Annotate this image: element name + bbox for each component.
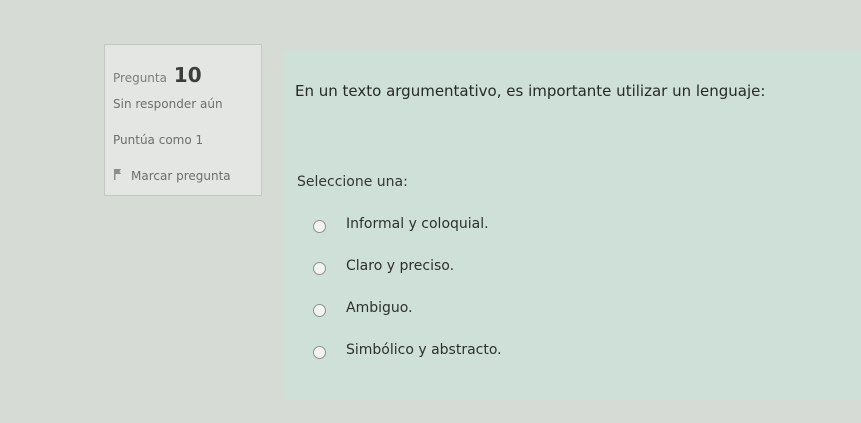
flag-question-link[interactable]: Marcar pregunta [113, 168, 231, 183]
radio-button[interactable] [313, 304, 326, 317]
answer-option-label: Simbólico y abstracto. [346, 342, 502, 358]
answer-options: Informal y coloquial. Claro y preciso. A… [313, 216, 502, 384]
question-text: En un texto argumentativo, es importante… [295, 82, 766, 100]
radio-button[interactable] [313, 346, 326, 359]
answer-option-3[interactable]: Ambiguo. [313, 300, 502, 342]
question-info-box: Pregunta 10 Sin responder aún Puntúa com… [104, 44, 262, 196]
flag-icon [113, 168, 123, 183]
question-content: En un texto argumentativo, es importante… [283, 50, 861, 400]
answer-option-2[interactable]: Claro y preciso. [313, 258, 502, 300]
radio-button[interactable] [313, 262, 326, 275]
question-grade: Puntúa como 1 [113, 133, 204, 147]
question-label: Pregunta [113, 71, 167, 85]
answer-option-label: Ambiguo. [346, 300, 413, 316]
answer-option-label: Claro y preciso. [346, 258, 455, 274]
answer-prompt: Seleccione una: [297, 174, 408, 190]
answer-option-4[interactable]: Simbólico y abstracto. [313, 342, 502, 384]
answer-option-label: Informal y coloquial. [346, 216, 489, 232]
question-heading: Pregunta 10 [113, 63, 202, 87]
question-state: Sin responder aún [113, 97, 223, 111]
question-number: 10 [173, 63, 202, 87]
radio-button[interactable] [313, 220, 326, 233]
answer-option-1[interactable]: Informal y coloquial. [313, 216, 502, 258]
flag-question-label: Marcar pregunta [131, 169, 231, 183]
